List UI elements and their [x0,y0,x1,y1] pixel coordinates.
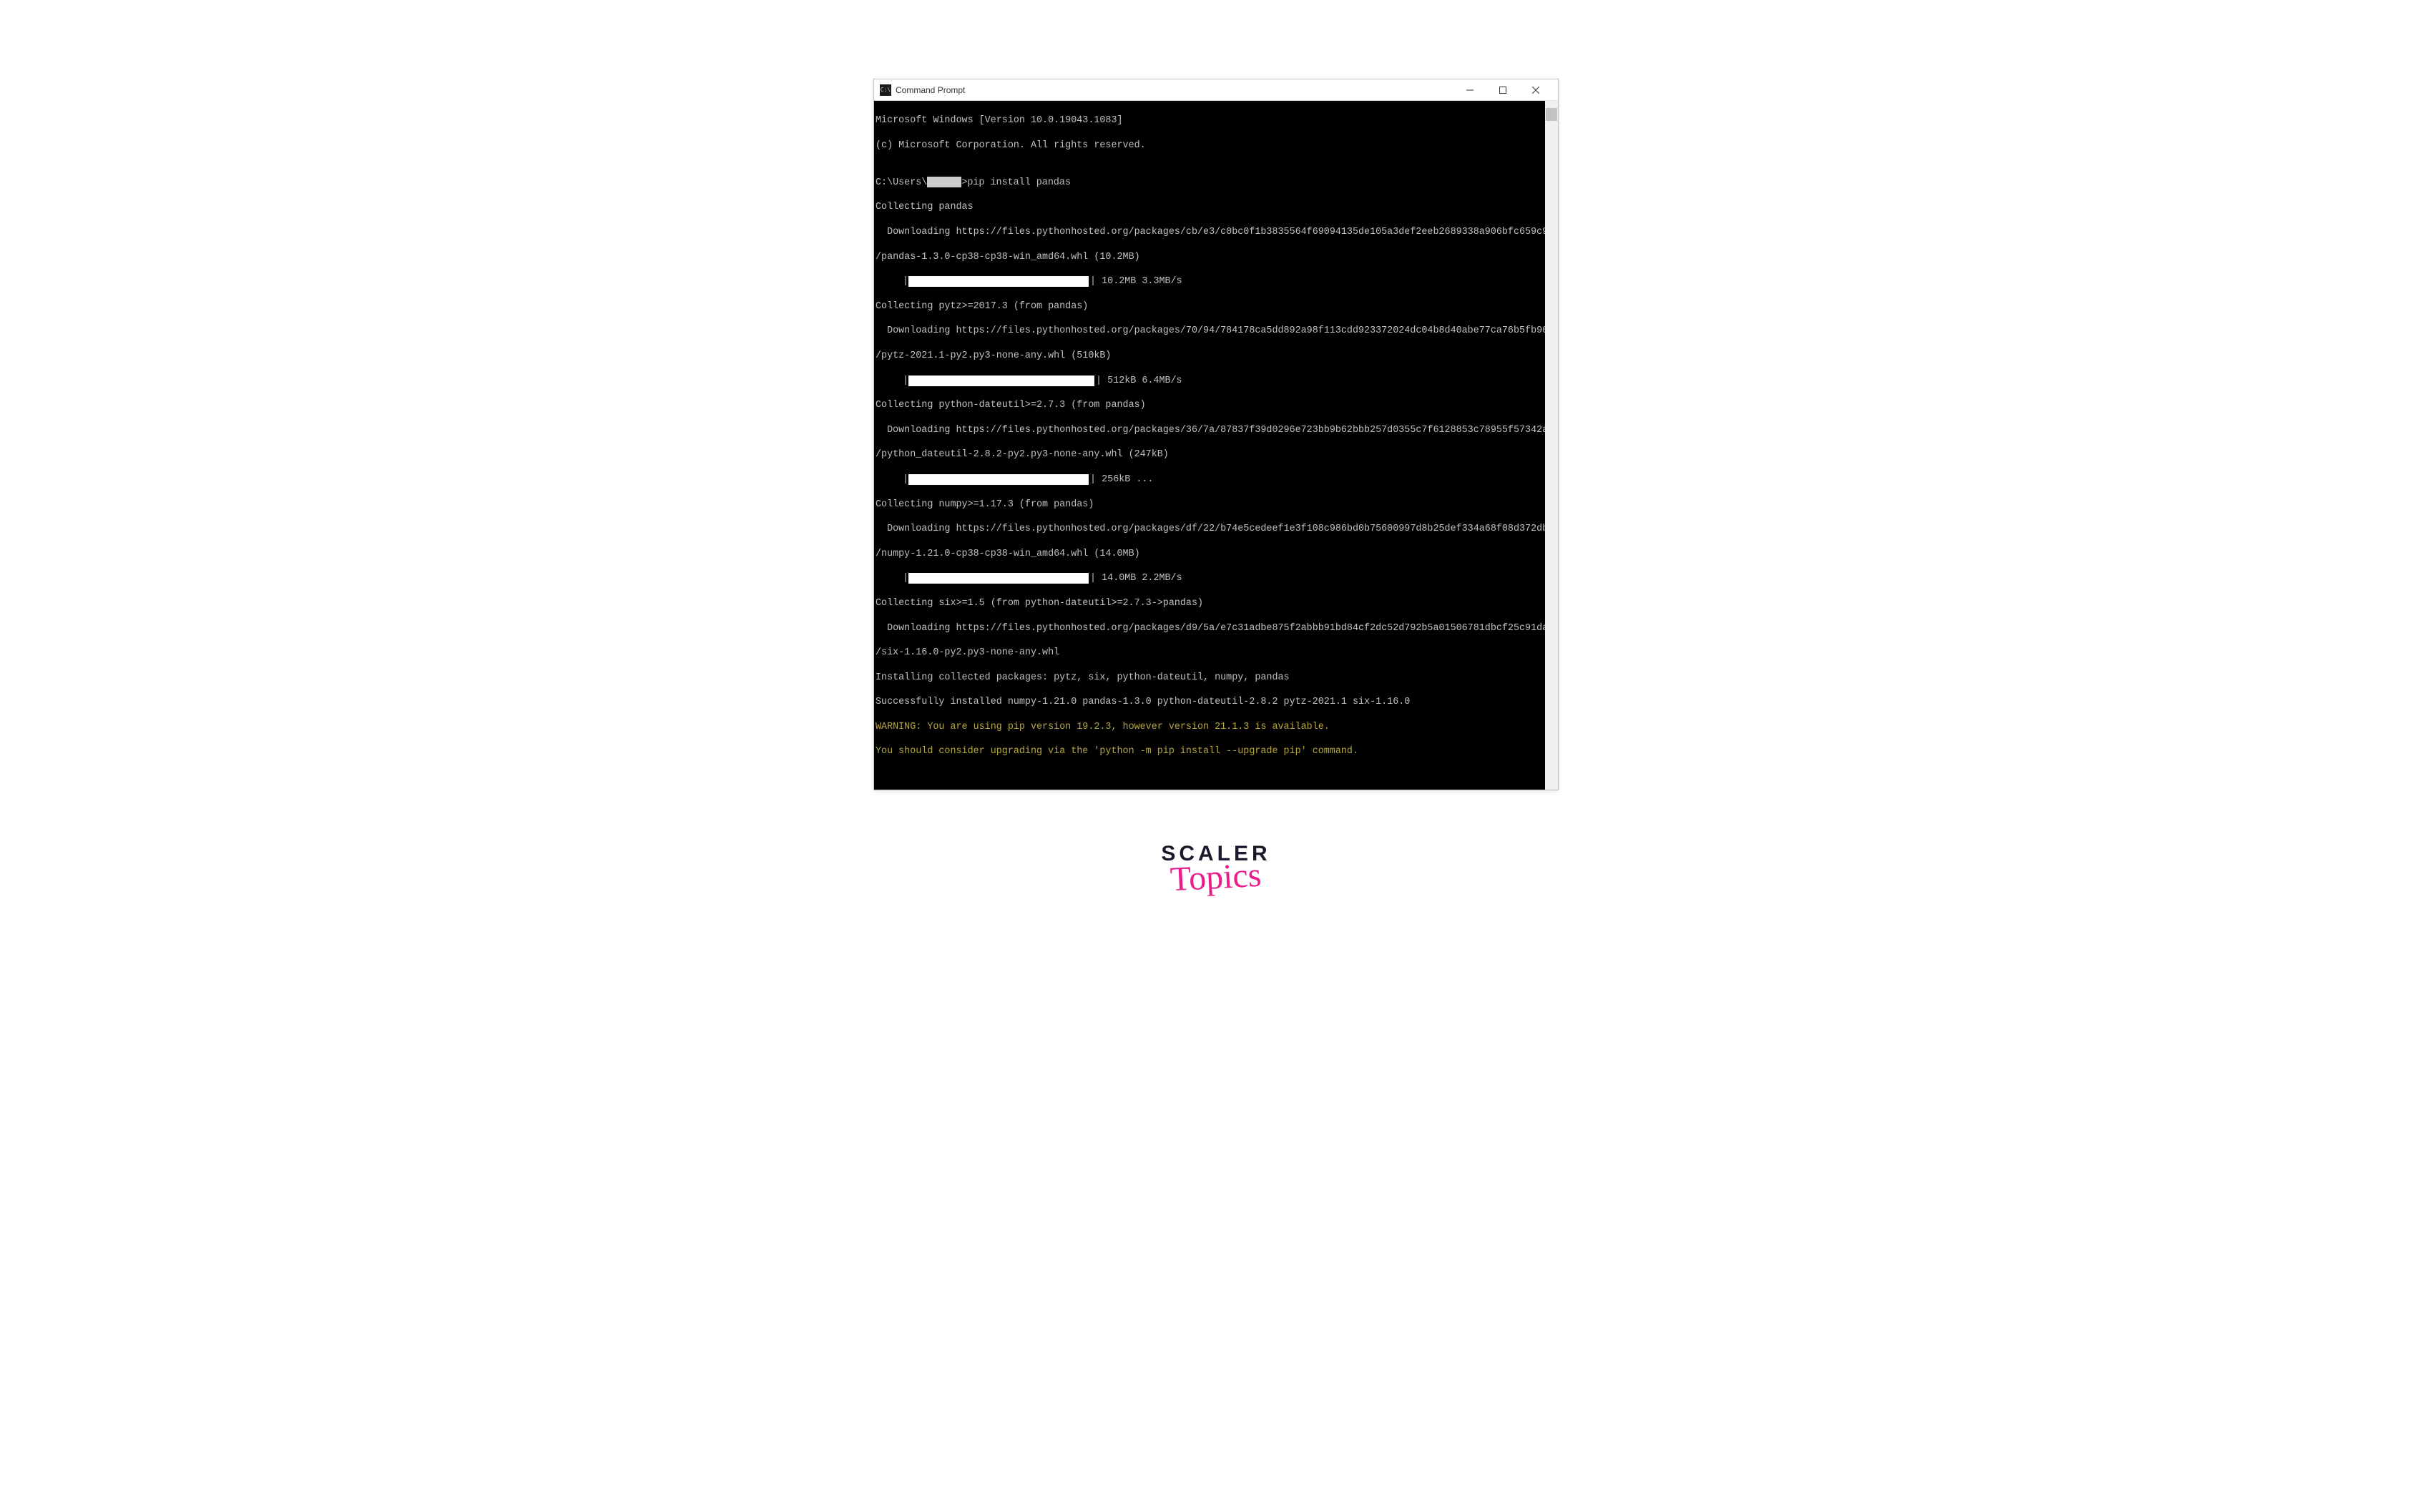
scrollbar-thumb[interactable] [1546,108,1557,121]
pipe-icon: | [903,572,908,584]
success-line: Successfully installed numpy-1.21.0 pand… [874,696,1546,708]
output-line: Downloading https://files.pythonhosted.o… [874,523,1546,535]
output-line: /python_dateutil-2.8.2-py2.py3-none-any.… [874,448,1546,461]
progress-bar [908,375,1094,386]
prompt-line: C:\Users\ >pip install pandas [874,177,1546,189]
terminal-wrapper: Microsoft Windows [Version 10.0.19043.10… [874,101,1558,790]
progress-stats: | 256kB ... [1089,473,1153,486]
minimize-button[interactable] [1453,79,1486,101]
prompt-command: >pip install pandas [961,177,1071,188]
output-line: Collecting python-dateutil>=2.7.3 (from … [874,399,1546,411]
pipe-icon: | [903,375,908,387]
redacted-username [927,177,961,187]
pipe-icon: | [903,275,908,288]
warning-line: You should consider upgrading via the 'p… [874,745,1546,757]
window-controls [1453,79,1552,101]
progress-bar [908,276,1089,287]
output-line: Collecting pandas [874,201,1546,213]
output-line: /numpy-1.21.0-cp38-cp38-win_amd64.whl (1… [874,548,1546,560]
output-line: /pandas-1.3.0-cp38-cp38-win_amd64.whl (1… [874,251,1546,263]
output-line: Installing collected packages: pytz, six… [874,672,1546,684]
progress-bar [908,573,1089,584]
copyright-line: (c) Microsoft Corporation. All rights re… [874,139,1546,152]
scrollbar[interactable] [1545,101,1558,790]
prompt-prefix: C:\Users\ [876,177,927,188]
output-line: Downloading https://files.pythonhosted.o… [874,622,1546,634]
command-prompt-window: C:\ Command Prompt Microsoft Windows [Ve… [873,79,1559,790]
progress-stats: | 512kB 6.4MB/s [1094,375,1182,387]
progress-stats: | 14.0MB 2.2MB/s [1089,572,1182,584]
terminal-output[interactable]: Microsoft Windows [Version 10.0.19043.10… [874,101,1546,790]
output-line: /pytz-2021.1-py2.py3-none-any.whl (510kB… [874,350,1546,362]
maximize-button[interactable] [1486,79,1519,101]
warning-line: WARNING: You are using pip version 19.2.… [874,721,1546,733]
pipe-icon: | [903,473,908,486]
window-title: Command Prompt [896,85,1453,95]
progress-bar-line: | | 10.2MB 3.3MB/s [874,275,1546,288]
output-line: Collecting six>=1.5 (from python-dateuti… [874,597,1546,609]
progress-bar [908,474,1089,485]
close-button[interactable] [1519,79,1552,101]
output-line: /six-1.16.0-py2.py3-none-any.whl [874,647,1546,659]
cmd-icon: C:\ [880,84,891,96]
progress-bar-line: | | 512kB 6.4MB/s [874,375,1546,387]
progress-bar-line: | | 14.0MB 2.2MB/s [874,572,1546,584]
output-line: Collecting numpy>=1.17.3 (from pandas) [874,499,1546,511]
scaler-topics-logo: SCALER Topics [1161,842,1270,897]
title-bar[interactable]: C:\ Command Prompt [874,79,1558,101]
banner-line: Microsoft Windows [Version 10.0.19043.10… [874,114,1546,127]
progress-stats: | 10.2MB 3.3MB/s [1089,275,1182,288]
logo-line2: Topics [1160,855,1272,900]
output-line: Downloading https://files.pythonhosted.o… [874,424,1546,436]
output-line: Downloading https://files.pythonhosted.o… [874,226,1546,238]
progress-bar-line: | | 256kB ... [874,473,1546,486]
output-line: Downloading https://files.pythonhosted.o… [874,325,1546,337]
output-line: Collecting pytz>=2017.3 (from pandas) [874,300,1546,313]
